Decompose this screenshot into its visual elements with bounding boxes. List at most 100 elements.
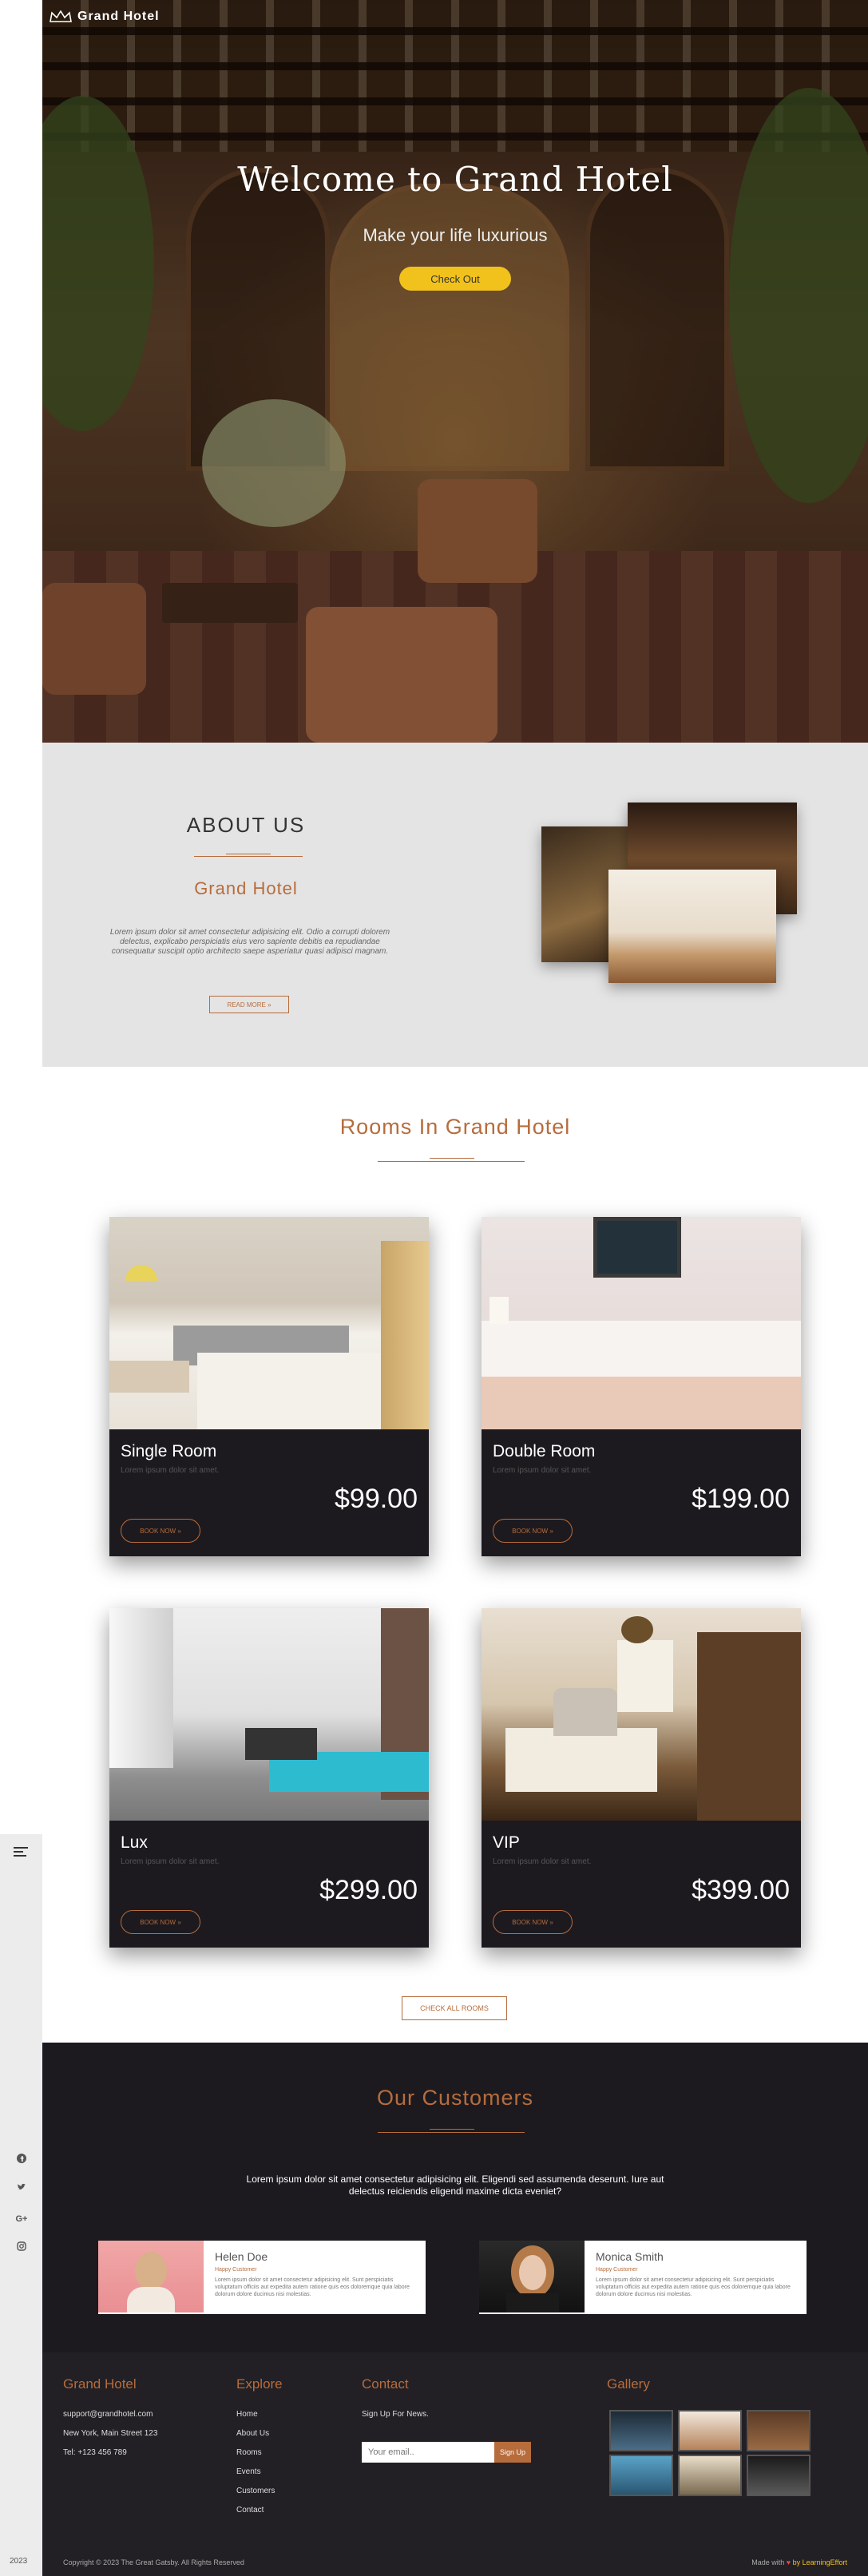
about-divider (194, 856, 303, 857)
about-hotel-name: Grand Hotel (194, 878, 298, 898)
room-desc: Lorem ipsum dolor sit amet. (493, 1857, 592, 1866)
footer-link-about[interactable]: About Us (236, 2429, 269, 2438)
book-now-button[interactable]: BOOK NOW » (493, 1910, 573, 1934)
newsletter-email-input[interactable] (362, 2442, 494, 2463)
window (109, 1608, 173, 1768)
room-card: Single Room Lorem ipsum dolor sit amet. … (109, 1217, 429, 1556)
about-text: Lorem ipsum dolor sit amet consectetur a… (109, 928, 390, 956)
footer-gallery-title: Gallery (607, 2376, 650, 2392)
room-price: $399.00 (692, 1875, 790, 1905)
painting (593, 1217, 681, 1278)
room-desc: Lorem ipsum dolor sit amet. (493, 1466, 592, 1475)
gallery-thumb[interactable] (747, 2410, 811, 2451)
gallery-thumb[interactable] (609, 2455, 673, 2496)
avatar (479, 2241, 585, 2312)
check-all-rooms-button[interactable]: CHECK ALL ROOMS (402, 1996, 507, 2020)
footer: Grand Hotel support@grandhotel.com New Y… (42, 2352, 868, 2576)
room-price: $99.00 (335, 1484, 418, 1514)
room-desc: Lorem ipsum dolor sit amet. (121, 1857, 220, 1866)
customers-text: Lorem ipsum dolor sit amet consectetur a… (246, 2174, 664, 2197)
hero-subtitle: Make your life luxurious (363, 225, 548, 245)
room-name: VIP (493, 1833, 520, 1852)
rooms-title: Rooms In Grand Hotel (339, 1115, 571, 1139)
customers-divider (378, 2132, 525, 2133)
wardrobe (697, 1632, 801, 1821)
room-card: Lux Lorem ipsum dolor sit amet. $299.00 … (109, 1608, 429, 1948)
google-plus-icon[interactable]: G+ (15, 2213, 28, 2225)
book-now-button[interactable]: BOOK NOW » (493, 1519, 573, 1543)
testimonial-role: Happy Customer (596, 2267, 638, 2273)
testimonial-role: Happy Customer (215, 2267, 257, 2273)
rooms-section: Rooms In Grand Hotel Single Room Lorem i… (42, 1067, 868, 2043)
bed (197, 1353, 405, 1429)
gallery-thumb[interactable] (747, 2455, 811, 2496)
page: G+ 2023 Grand Hotel Welcome to Grand Hot… (0, 0, 868, 2576)
crown-icon (49, 10, 73, 23)
customers-divider-top (430, 2129, 474, 2130)
desk (109, 1361, 189, 1393)
left-rail-lower (0, 1834, 42, 2576)
footer-email: support@grandhotel.com (63, 2410, 153, 2419)
twitter-icon[interactable] (15, 2182, 28, 2195)
footer-link-rooms[interactable]: Rooms (236, 2448, 262, 2457)
room-price: $299.00 (319, 1875, 418, 1905)
testimonial-card: Helen Doe Happy Customer Lorem ipsum dol… (98, 2241, 426, 2314)
bed (505, 1728, 657, 1792)
avatar (98, 2241, 204, 2312)
about-image-stack (541, 803, 805, 994)
copyright-text: Copyright © 2023 The Great Gatsby. All R… (63, 2558, 244, 2566)
footer-brand-title: Grand Hotel (63, 2376, 137, 2392)
hero-overlay (42, 0, 868, 743)
made-with-credit: Made with ♥ by LearningEffort (751, 2558, 847, 2566)
testimonial-name: Helen Doe (215, 2250, 268, 2263)
footer-explore-title: Explore (236, 2376, 283, 2392)
testimonial-name: Monica Smith (596, 2250, 664, 2263)
room-photo (109, 1608, 429, 1821)
hero-title: Welcome to Grand Hotel (237, 160, 673, 199)
gallery-thumb[interactable] (678, 2410, 742, 2451)
facebook-icon[interactable] (15, 2154, 28, 2166)
about-title: ABOUT US (186, 813, 306, 837)
tv-unit (245, 1728, 317, 1760)
customers-title: Our Customers (376, 2086, 534, 2110)
footer-link-contact[interactable]: Contact (236, 2506, 264, 2515)
brand-name: Grand Hotel (77, 10, 160, 23)
lamp (125, 1265, 157, 1281)
made-by-label[interactable]: by LearningEffort (793, 2558, 847, 2566)
brand-logo[interactable]: Grand Hotel (49, 10, 160, 24)
testimonial-text: Lorem ipsum dolor sit amet consectetur a… (596, 2277, 791, 2297)
footer-link-events[interactable]: Events (236, 2467, 261, 2476)
rooms-divider (378, 1161, 525, 1162)
footer-link-home[interactable]: Home (236, 2410, 258, 2419)
room-photo (482, 1608, 801, 1821)
check-out-button[interactable]: Check Out (399, 267, 511, 291)
room-desc: Lorem ipsum dolor sit amet. (121, 1466, 220, 1475)
curtain (381, 1241, 429, 1429)
room-photo (482, 1217, 801, 1429)
book-now-button[interactable]: BOOK NOW » (121, 1910, 200, 1934)
footer-phone: Tel: +123 456 789 (63, 2448, 127, 2457)
customers-section: Our Customers Lorem ipsum dolor sit amet… (42, 2043, 868, 2352)
room-card: Double Room Lorem ipsum dolor sit amet. … (482, 1217, 801, 1556)
footer-link-customers[interactable]: Customers (236, 2487, 275, 2495)
menu-icon[interactable] (14, 1847, 28, 1857)
sign-up-button[interactable]: Sign Up (494, 2442, 531, 2463)
read-more-button[interactable]: READ MORE » (209, 996, 289, 1013)
beds (482, 1321, 801, 1377)
chandelier (621, 1616, 653, 1643)
instagram-icon[interactable] (15, 2241, 28, 2254)
lamp (489, 1297, 509, 1324)
rooms-divider-top (430, 1158, 474, 1159)
book-now-button[interactable]: BOOK NOW » (121, 1519, 200, 1543)
room-name: Double Room (493, 1442, 596, 1460)
blanket (482, 1377, 801, 1429)
gallery-thumb[interactable] (609, 2410, 673, 2451)
footer-signup-text: Sign Up For News. (362, 2410, 429, 2419)
room-name: Single Room (121, 1442, 217, 1460)
room-name: Lux (121, 1833, 148, 1852)
gallery-thumb[interactable] (678, 2455, 742, 2496)
about-image-bedroom (608, 870, 776, 983)
testimonial-card: Monica Smith Happy Customer Lorem ipsum … (479, 2241, 807, 2314)
about-section: ABOUT US Grand Hotel Lorem ipsum dolor s… (42, 743, 868, 1067)
made-with-label: Made with (751, 2558, 785, 2566)
